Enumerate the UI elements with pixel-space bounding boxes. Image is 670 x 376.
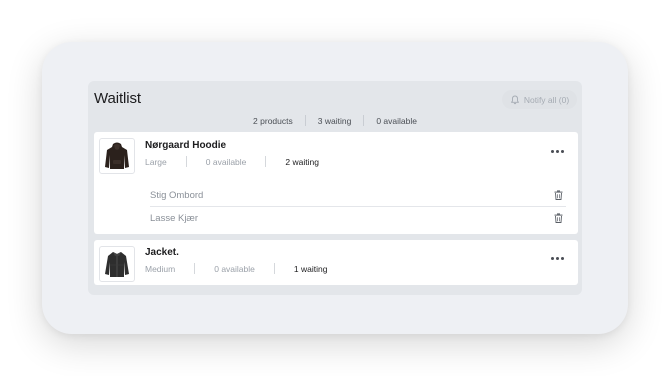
product-size: Large (145, 156, 167, 167)
meta-divider (194, 263, 196, 274)
product-meta: Medium 0 available 1 waiting (145, 263, 327, 274)
waiter-name: Lasse Kjær (150, 212, 199, 224)
meta-divider (265, 156, 267, 167)
waiter-name: Stig Ombord (150, 189, 204, 201)
summary-products: 2 products (253, 115, 293, 126)
product-available: 0 available (205, 156, 247, 167)
product-thumbnail (99, 138, 135, 174)
bell-icon (510, 95, 519, 104)
summary-waiting: 3 waiting (317, 115, 352, 126)
product-size: Medium (145, 263, 176, 274)
summary-divider (304, 115, 306, 126)
summary-divider (363, 115, 365, 126)
trash-icon[interactable] (554, 213, 563, 223)
more-options-icon[interactable] (551, 150, 564, 153)
product-thumbnail (99, 246, 135, 282)
waitlist-summary: 2 products 3 waiting 0 available (88, 115, 582, 126)
notify-all-label: Notify all (0) (523, 94, 570, 105)
jacket-icon (105, 252, 129, 277)
product-name: Jacket. (145, 247, 179, 258)
summary-available: 0 available (376, 115, 417, 126)
product-waiting: 1 waiting (293, 263, 328, 274)
product-meta: Large 0 available 2 waiting (145, 156, 319, 167)
meta-divider (273, 263, 275, 274)
waitlist-entry: Stig Ombord (150, 184, 566, 207)
product-name: Nørgaard Hoodie (145, 140, 227, 151)
meta-divider (185, 156, 187, 167)
hoodie-icon (105, 142, 129, 169)
product-available: 0 available (214, 263, 255, 274)
page-title: Waitlist (94, 90, 141, 107)
trash-icon[interactable] (554, 190, 563, 200)
product-waiting: 2 waiting (285, 156, 319, 167)
notify-all-button[interactable]: Notify all (0) (502, 90, 577, 109)
waitlist-entry: Lasse Kjær (150, 207, 566, 229)
more-options-icon[interactable] (551, 257, 564, 260)
